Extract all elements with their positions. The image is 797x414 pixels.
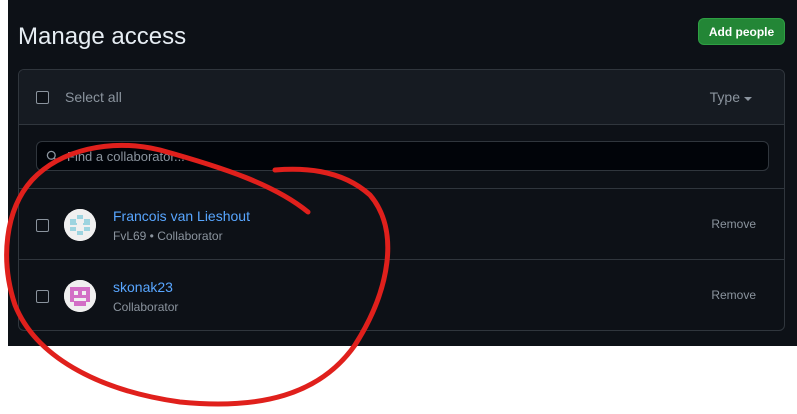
type-filter-dropdown[interactable]: Type: [710, 89, 752, 106]
identicon-icon: [64, 209, 96, 241]
search-input[interactable]: [67, 142, 757, 170]
page-title: Manage access: [18, 23, 187, 50]
search-row: [19, 125, 784, 189]
list-item: Francois van Lieshout FvL69 • Collaborat…: [19, 189, 784, 260]
list-header: Select all Type: [19, 70, 784, 125]
collaborator-list: Select all Type Find a collaborator... F…: [18, 69, 785, 331]
select-all-checkbox[interactable]: [36, 91, 49, 104]
list-item: skonak23 Collaborator Remove: [19, 260, 784, 330]
member-checkbox[interactable]: [36, 219, 49, 232]
identicon-icon: [64, 280, 96, 312]
caret-down-icon: [744, 96, 752, 101]
member-checkbox[interactable]: [36, 290, 49, 303]
type-filter-label: Type: [709, 89, 740, 105]
search-icon: [46, 150, 59, 163]
member-name-link[interactable]: Francois van Lieshout: [113, 208, 250, 225]
member-meta: Collaborator: [113, 300, 179, 314]
remove-button[interactable]: Remove: [711, 217, 756, 232]
select-all-label: Select all: [65, 89, 122, 105]
add-people-button[interactable]: Add people: [698, 18, 785, 45]
member-meta: FvL69 • Collaborator: [113, 229, 223, 243]
manage-access-panel: Manage access Add people Select all Type: [8, 0, 797, 346]
search-field[interactable]: [36, 141, 769, 171]
avatar: [64, 280, 96, 312]
avatar: [64, 209, 96, 241]
remove-button[interactable]: Remove: [711, 288, 756, 303]
member-name-link[interactable]: skonak23: [113, 279, 173, 296]
